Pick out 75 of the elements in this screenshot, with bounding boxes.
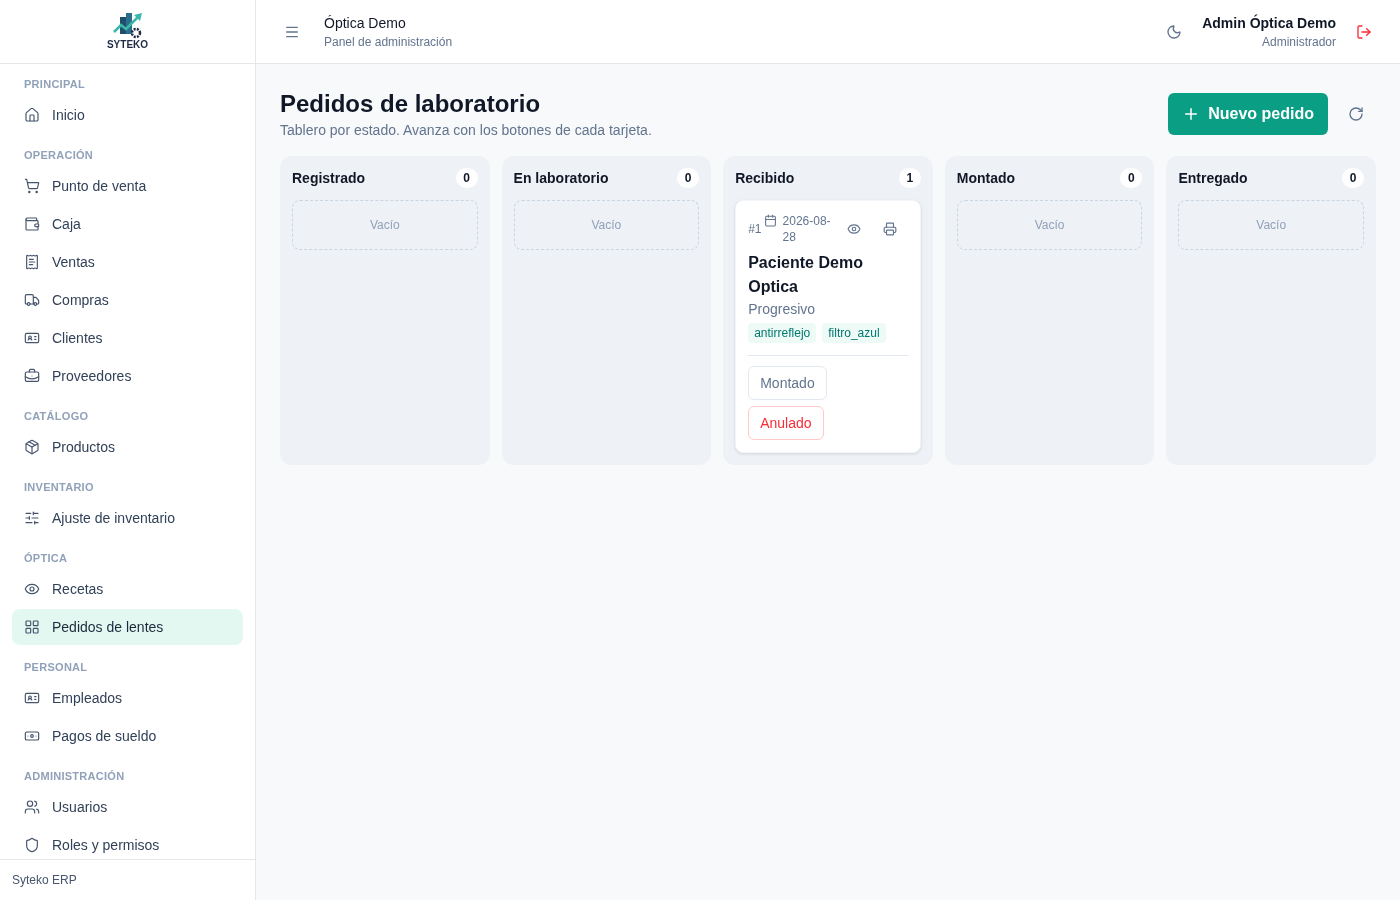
status-action-button[interactable]: Anulado (748, 406, 824, 440)
column-title: Entregado (1178, 169, 1248, 188)
footer-text: Syteko ERP (12, 872, 77, 888)
section-label: ADMINISTRACIÓN (24, 769, 125, 784)
id-card-icon (24, 690, 40, 706)
column-title: Registrado (292, 169, 366, 188)
users-icon (24, 799, 40, 815)
eye-icon[interactable] (846, 222, 861, 236)
page-title: Pedidos de laboratorio (280, 89, 542, 119)
receipt-icon (24, 254, 40, 270)
sidebar-item[interactable]: Punto de venta (12, 168, 243, 204)
section-label: ÓPTICA (24, 551, 68, 566)
sidebar-item[interactable]: Ventas (12, 244, 243, 280)
user-name: Admin Óptica Demo (1202, 13, 1336, 33)
cart-icon (24, 178, 40, 194)
column-title: Recibido (735, 169, 795, 188)
section-label: INVENTARIO (24, 480, 94, 495)
sidebar-item[interactable]: Compras (12, 282, 243, 318)
eye-icon (24, 581, 40, 597)
order-count: 0 (455, 168, 478, 188)
refresh-icon[interactable] (1348, 106, 1364, 122)
moon-icon[interactable] (1166, 23, 1183, 40)
order-count: 1 (898, 168, 921, 188)
section-label: OPERACIÓN (24, 148, 94, 163)
sidebar-item[interactable]: Empleados (12, 680, 243, 716)
order-count: 0 (1342, 168, 1364, 188)
page-subtitle: Tablero por estado. Avanza con los botones de cada tarjeta. (280, 121, 652, 140)
treatment-tag: antirreflejo (748, 323, 817, 343)
calendar-icon (763, 214, 777, 227)
treatment-tag: filtro_azul (822, 323, 886, 343)
order-card[interactable]: #1 2026-08-28 Paciente Demo Optica Progresivo antirreflejo filtro_azul Montado Anulado (735, 200, 921, 453)
order-count: 0 (677, 168, 700, 188)
home-icon (24, 107, 40, 123)
order-date: 2026-08-28 (782, 213, 832, 245)
truck-icon (24, 292, 40, 308)
wallet-icon (24, 216, 40, 232)
sliders-icon (24, 510, 40, 526)
id-card-icon (24, 330, 40, 346)
order-number: #1 (748, 221, 762, 237)
logout-icon[interactable] (1356, 23, 1372, 40)
banknote-icon (24, 728, 40, 744)
empty-label: Vacío (369, 217, 400, 233)
sidebar-item[interactable]: Pedidos de lentes (12, 609, 243, 645)
grid-icon (24, 619, 40, 635)
empty-label: Vacío (591, 217, 622, 233)
logo-text: SYTEKO (106, 39, 149, 51)
sidebar-item[interactable]: Caja (12, 206, 243, 242)
box-icon (24, 439, 40, 455)
app-subtitle: Panel de administración (324, 34, 453, 50)
sidebar-item[interactable]: Clientes (12, 320, 243, 356)
sidebar-item[interactable]: Roles y permisos (12, 827, 243, 859)
sidebar-item[interactable]: Ajuste de inventario (12, 500, 243, 536)
empty-label: Vacío (1034, 217, 1065, 233)
sidebar-item[interactable]: Pagos de sueldo (12, 718, 243, 754)
section-label: PRINCIPAL (24, 77, 85, 92)
sidebar-item[interactable]: Inicio (12, 97, 243, 133)
logo-icon (111, 12, 144, 39)
sidebar-item[interactable]: Recetas (12, 571, 243, 607)
section-label: PERSONAL (24, 660, 88, 675)
briefcase-icon (24, 368, 40, 384)
column-title: En laboratorio (513, 169, 609, 188)
sidebar-item[interactable]: Usuarios (12, 789, 243, 825)
section-label: CATÁLOGO (24, 409, 89, 424)
order-count: 0 (1120, 168, 1143, 188)
lens-type: Progresivo (748, 300, 817, 319)
sidebar-item[interactable]: Proveedores (12, 358, 243, 394)
user-role: Administrador (1261, 34, 1336, 50)
app-title: Óptica Demo (324, 14, 407, 33)
printer-icon[interactable] (882, 222, 897, 236)
patient-name: Paciente Demo Optica (748, 253, 864, 297)
shield-icon (24, 837, 40, 853)
status-action-button[interactable]: Montado (748, 366, 827, 400)
column-title: Montado (956, 169, 1016, 188)
sidebar-item[interactable]: Productos (12, 429, 243, 465)
empty-label: Vacío (1256, 217, 1287, 233)
